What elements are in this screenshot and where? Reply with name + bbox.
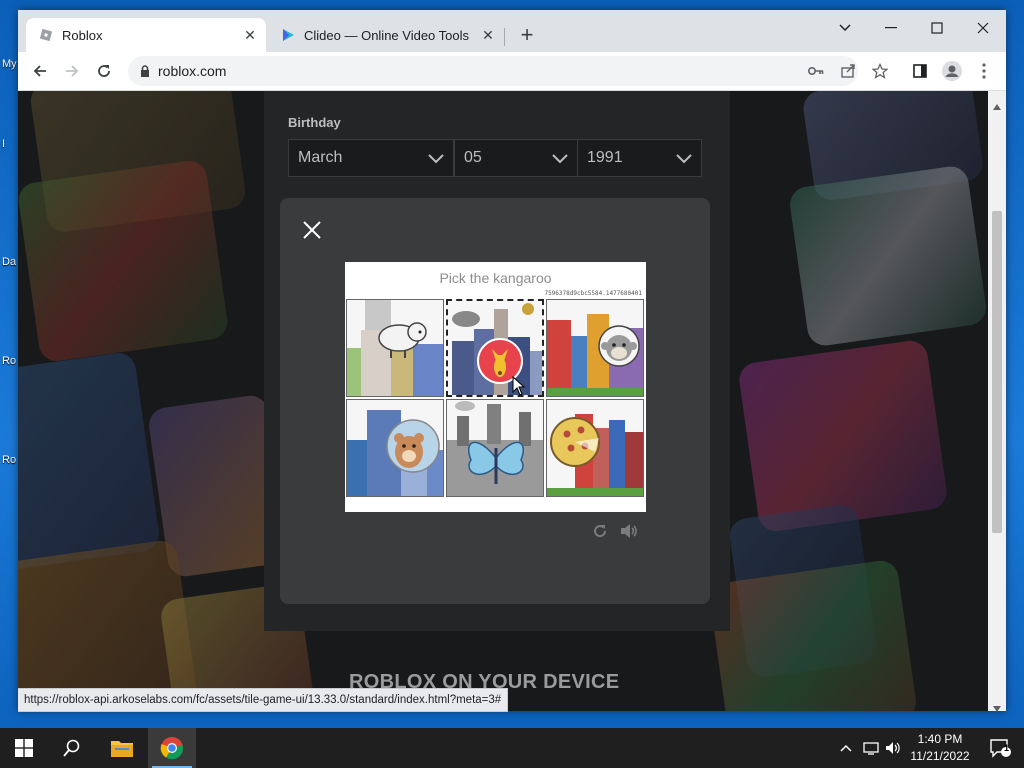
reload-challenge-icon[interactable] [591, 522, 609, 540]
birthday-label: Birthday [288, 115, 341, 130]
scroll-up-icon[interactable] [993, 97, 1001, 115]
captcha-tile-sheep[interactable] [346, 299, 444, 397]
status-bar-link: https://roblox-api.arkoselabs.com/fc/ass… [18, 688, 509, 712]
browser-window: Roblox ✕ Clideo — Online Video Tools ✕ + [18, 10, 1006, 712]
audio-challenge-icon[interactable] [619, 522, 637, 540]
bookmark-star-icon[interactable] [869, 60, 891, 82]
desktop-icon-label[interactable]: My [2, 58, 17, 70]
forward-button[interactable] [59, 58, 85, 84]
birth-year-value: 1991 [587, 149, 623, 166]
address-bar[interactable]: roblox.com [128, 56, 858, 86]
password-key-icon[interactable] [805, 60, 827, 82]
system-clock[interactable]: 1:40 PM 11/21/2022 [900, 731, 980, 765]
captcha-prompt: Pick the kangaroo [439, 270, 552, 286]
close-window-button[interactable] [960, 14, 1006, 42]
profile-avatar-icon[interactable] [941, 60, 963, 82]
search-icon[interactable] [48, 728, 96, 768]
tab-clideo[interactable]: Clideo — Online Video Tools ✕ [268, 18, 504, 52]
captcha-tile-hamster[interactable] [346, 399, 444, 497]
url-text: roblox.com [158, 63, 227, 79]
lock-icon[interactable] [140, 65, 150, 77]
clideo-favicon-icon [280, 27, 296, 43]
birth-month-value: March [298, 149, 343, 166]
captcha-tile-pizza[interactable] [546, 399, 644, 497]
birth-day-value: 05 [464, 149, 482, 166]
page-scrollbar[interactable] [988, 91, 1006, 712]
birth-year-select[interactable]: 1991 [577, 139, 702, 177]
close-tab-icon[interactable]: ✕ [478, 25, 498, 45]
scrollbar-thumb[interactable] [992, 211, 1002, 533]
birth-day-select[interactable]: 05 [454, 139, 578, 177]
desktop-icon-label[interactable]: Ro [2, 355, 16, 367]
back-button[interactable] [27, 58, 53, 84]
notification-center-icon[interactable]: 1 [980, 728, 1020, 768]
clock-date: 11/21/2022 [910, 749, 970, 763]
close-tab-icon[interactable]: ✕ [240, 25, 260, 45]
birth-month-select[interactable]: March [288, 139, 454, 177]
file-explorer-icon[interactable] [98, 728, 146, 768]
minimize-button[interactable] [868, 14, 914, 42]
start-button[interactable] [0, 728, 48, 768]
chevron-down-icon [675, 149, 693, 172]
captcha-tile-kangaroo[interactable] [446, 299, 544, 397]
roblox-favicon-icon [38, 27, 54, 43]
new-tab-button[interactable]: + [515, 24, 539, 48]
captcha-modal: Pick the kangaroo 7596378d9cbc5584.14776… [280, 198, 710, 604]
chrome-taskbar-icon[interactable] [148, 728, 196, 768]
chevron-up-icon[interactable] [838, 728, 854, 768]
page-viewport: Birthday March 05 1991 Pick the kangaroo… [18, 91, 988, 711]
browser-toolbar: roblox.com [18, 52, 1006, 91]
desktop-icon-label[interactable]: I [2, 138, 5, 150]
close-icon[interactable] [300, 218, 324, 242]
scroll-down-icon[interactable] [993, 699, 1001, 717]
captcha-tile-butterfly[interactable] [446, 399, 544, 497]
tab-separator [504, 28, 505, 46]
tab-roblox[interactable]: Roblox ✕ [26, 18, 266, 52]
desktop-icon-label[interactable]: Ro [2, 454, 16, 466]
captcha-session-id: 7596378d9cbc5584.1477680401 [544, 290, 642, 297]
notification-count: 1 [1004, 743, 1010, 753]
chevron-down-icon [427, 149, 445, 172]
tab-title: Roblox [62, 27, 103, 43]
chevron-down-icon [551, 149, 569, 172]
mouse-cursor-icon [512, 375, 526, 401]
desktop-icon-label[interactable]: Da [2, 256, 16, 268]
tab-strip: Roblox ✕ Clideo — Online Video Tools ✕ + [18, 10, 1006, 52]
maximize-button[interactable] [914, 14, 960, 42]
reload-button[interactable] [91, 58, 117, 84]
captcha-grid [346, 299, 645, 498]
share-icon[interactable] [837, 60, 859, 82]
tab-title: Clideo — Online Video Tools [304, 27, 470, 43]
captcha-tile-monkey[interactable] [546, 299, 644, 397]
captcha-widget: Pick the kangaroo 7596378d9cbc5584.14776… [345, 262, 646, 512]
menu-kebab-icon[interactable] [973, 60, 995, 82]
windows-taskbar: 1:40 PM 11/21/2022 1 [0, 728, 1024, 768]
network-icon[interactable] [862, 728, 880, 768]
clock-time: 1:40 PM [917, 732, 963, 746]
side-panel-icon[interactable] [909, 60, 931, 82]
tab-search-icon[interactable] [822, 14, 868, 42]
